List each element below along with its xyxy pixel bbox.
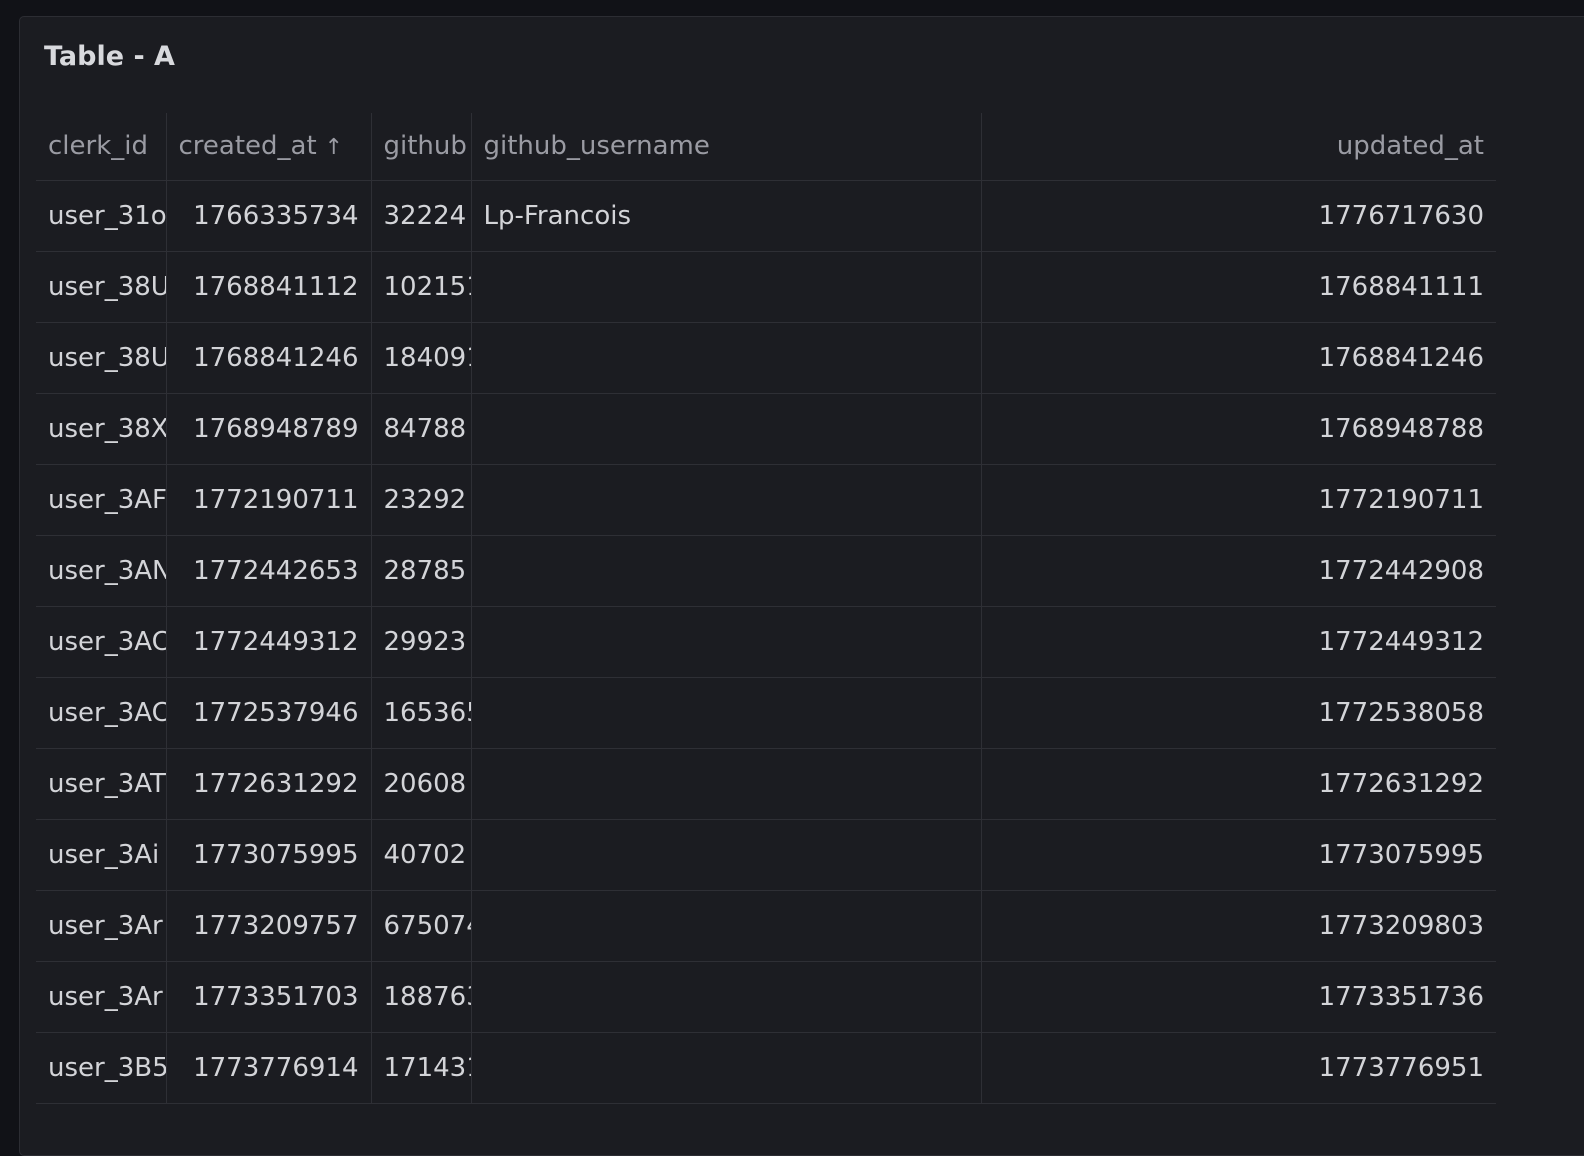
cell-clerk-id: user_3Ar xyxy=(36,961,167,1033)
sort-ascending-icon: ↑ xyxy=(324,135,344,161)
cell-created-at: 1766335734 xyxy=(166,180,372,252)
column-header-label: updated_at xyxy=(1336,131,1484,162)
table-row[interactable]: user_3B51773776914171431 1773776951 xyxy=(36,1032,1496,1104)
cell-updated-at: 1772442908 xyxy=(981,535,1496,607)
table-row[interactable]: user_3AC 1772449312 29923 1772449312 xyxy=(36,606,1496,678)
cell-github-username xyxy=(471,677,982,749)
cell-created-at: 1772449312 xyxy=(166,606,372,678)
cell-github-id: 23292 xyxy=(371,464,472,536)
column-header-github-username[interactable]: github_username xyxy=(471,113,982,181)
cell-updated-at: 1772190711 xyxy=(981,464,1496,536)
cell-updated-at: 1768841246 xyxy=(981,322,1496,394)
cell-clerk-id: user_38U xyxy=(36,251,167,323)
cell-github-username xyxy=(471,393,982,465)
column-header-github-id[interactable]: github xyxy=(371,113,472,181)
table-row[interactable]: user_3Ar1773209757675074 1773209803 xyxy=(36,890,1496,962)
cell-clerk-id: user_3AC xyxy=(36,606,167,678)
cell-github-username xyxy=(471,748,982,820)
column-header-label: github xyxy=(383,131,467,162)
cell-github-id: 20608 xyxy=(371,748,472,820)
cell-updated-at: 1773351736 xyxy=(981,961,1496,1033)
column-header-updated-at[interactable]: updated_at xyxy=(981,113,1496,181)
cell-github-username xyxy=(471,606,982,678)
cell-created-at: 1772537946 xyxy=(166,677,372,749)
column-header-created-at[interactable]: created_at ↑ xyxy=(166,113,372,181)
cell-github-username xyxy=(471,322,982,394)
table-row[interactable]: user_3Ar1773351703188763 1773351736 xyxy=(36,961,1496,1033)
cell-updated-at: 1772538058 xyxy=(981,677,1496,749)
table-row[interactable]: user_3AT 1772631292 20608 1772631292 xyxy=(36,748,1496,820)
cell-clerk-id: user_3AF xyxy=(36,464,167,536)
cell-updated-at: 1773776951 xyxy=(981,1032,1496,1104)
cell-created-at: 1768841246 xyxy=(166,322,372,394)
cell-clerk-id: user_3AC xyxy=(36,677,167,749)
cell-created-at: 1773776914 xyxy=(166,1032,372,1104)
column-header-label: created_at xyxy=(178,131,317,162)
cell-github-id: 84788 xyxy=(371,393,472,465)
panel-title: Table - A xyxy=(44,41,175,72)
table-header-row: clerk_id created_at ↑ github github_usern… xyxy=(36,113,1496,181)
cell-created-at: 1773075995 xyxy=(166,819,372,891)
cell-github-id: 165365 xyxy=(371,677,472,749)
table-body: user_31o 1766335734 32224 Lp-Francois 177671… xyxy=(36,180,1496,1104)
cell-clerk-id: user_38U xyxy=(36,322,167,394)
cell-clerk-id: user_3B5 xyxy=(36,1032,167,1104)
cell-github-id: 171431 xyxy=(371,1032,472,1104)
table-row[interactable]: user_38U1768841112102151 1768841111 xyxy=(36,251,1496,323)
cell-created-at: 1768948789 xyxy=(166,393,372,465)
cell-github-username xyxy=(471,1032,982,1104)
cell-github-username xyxy=(471,890,982,962)
table-row[interactable]: user_3AF 1772190711 23292 1772190711 xyxy=(36,464,1496,536)
cell-github-id: 184091 xyxy=(371,322,472,394)
cell-github-id: 28785 xyxy=(371,535,472,607)
cell-github-username xyxy=(471,535,982,607)
column-header-label: clerk_id xyxy=(48,131,148,162)
cell-clerk-id: user_31o xyxy=(36,180,167,252)
cell-github-id: 40702 xyxy=(371,819,472,891)
cell-github-username xyxy=(471,464,982,536)
cell-github-id: 102151 xyxy=(371,251,472,323)
cell-created-at: 1772631292 xyxy=(166,748,372,820)
table-row[interactable]: user_38U17688412461840911768841246 xyxy=(36,322,1496,394)
cell-github-id: 32224 xyxy=(371,180,472,252)
table-row[interactable]: user_3Ai 1773075995 40702 1773075995 xyxy=(36,819,1496,891)
cell-created-at: 1772442653 xyxy=(166,535,372,607)
column-header-clerk-id[interactable]: clerk_id xyxy=(36,113,167,181)
table-row[interactable]: user_3AN 1772442653 28785 1772442908 xyxy=(36,535,1496,607)
cell-updated-at: 1776717630 xyxy=(981,180,1496,252)
cell-clerk-id: user_3Ar xyxy=(36,890,167,962)
table-panel: Table - A clerk_id created_at ↑ github gi… xyxy=(19,16,1584,1156)
cell-clerk-id: user_3Ai xyxy=(36,819,167,891)
table-row[interactable]: user_31o 1766335734 32224 Lp-Francois 177671… xyxy=(36,180,1496,252)
cell-github-id: 29923 xyxy=(371,606,472,678)
cell-github-id: 675074 xyxy=(371,890,472,962)
table-row[interactable]: user_3AC1772537946165365 1772538058 xyxy=(36,677,1496,749)
cell-updated-at: 1772449312 xyxy=(981,606,1496,678)
cell-github-username: Lp-Francois xyxy=(471,180,982,252)
cell-github-username xyxy=(471,819,982,891)
cell-created-at: 1768841112 xyxy=(166,251,372,323)
data-table: clerk_id created_at ↑ github github_usern… xyxy=(36,113,1496,1104)
cell-created-at: 1773351703 xyxy=(166,961,372,1033)
cell-clerk-id: user_3AN xyxy=(36,535,167,607)
table-row[interactable]: user_38X 1768948789 84788 1768948788 xyxy=(36,393,1496,465)
cell-updated-at: 1768841111 xyxy=(981,251,1496,323)
cell-updated-at: 1773075995 xyxy=(981,819,1496,891)
cell-clerk-id: user_38X xyxy=(36,393,167,465)
cell-updated-at: 1772631292 xyxy=(981,748,1496,820)
cell-github-username xyxy=(471,251,982,323)
cell-updated-at: 1768948788 xyxy=(981,393,1496,465)
cell-created-at: 1772190711 xyxy=(166,464,372,536)
table-scroll-area[interactable]: clerk_id created_at ↑ github github_usern… xyxy=(36,113,1496,1155)
cell-github-id: 188763 xyxy=(371,961,472,1033)
cell-created-at: 1773209757 xyxy=(166,890,372,962)
cell-github-username xyxy=(471,961,982,1033)
cell-clerk-id: user_3AT xyxy=(36,748,167,820)
cell-updated-at: 1773209803 xyxy=(981,890,1496,962)
column-header-label: github_username xyxy=(483,131,710,162)
